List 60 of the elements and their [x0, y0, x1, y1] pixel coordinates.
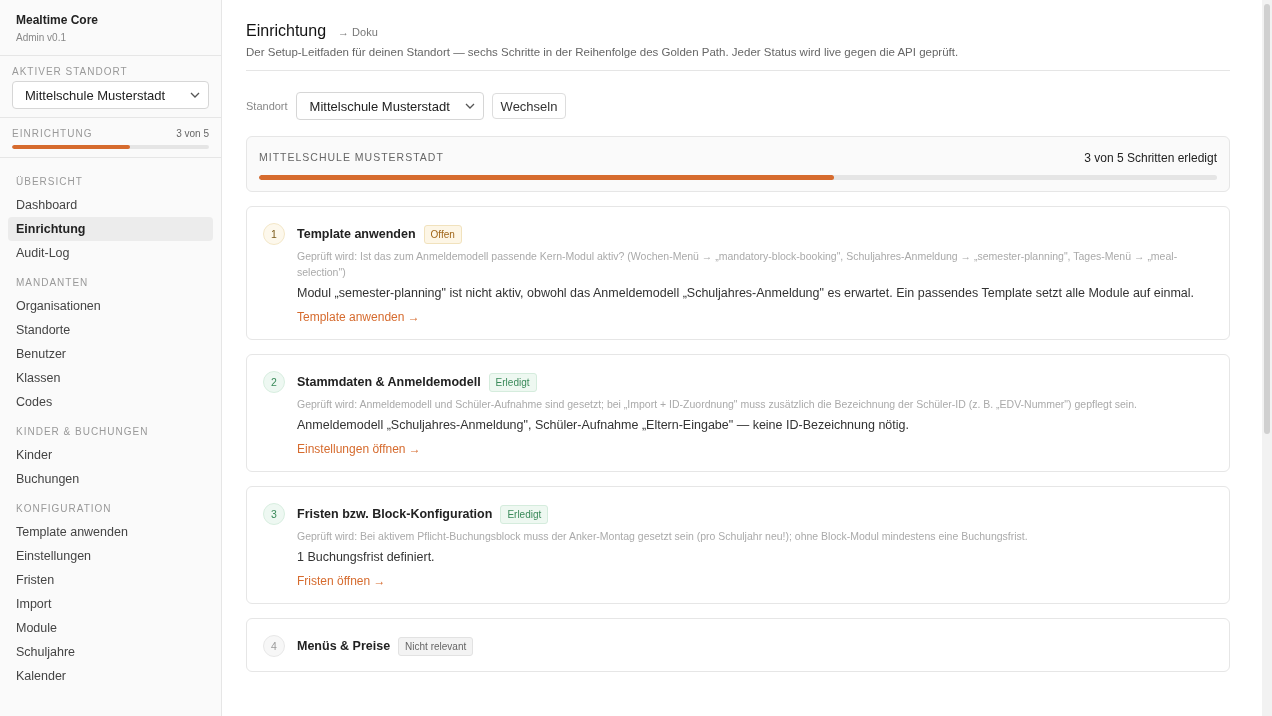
nav-item[interactable]: Audit-Log	[8, 241, 213, 265]
scrollbar-thumb[interactable]	[1264, 4, 1270, 434]
nav-item[interactable]: Fristen	[8, 568, 213, 592]
step-link[interactable]: Template anwenden →	[297, 310, 420, 324]
doc-link[interactable]: → Doku	[338, 26, 378, 38]
scrollbar[interactable]	[1262, 0, 1272, 716]
field-label: Standort	[246, 100, 288, 112]
nav-item[interactable]: Codes	[8, 390, 213, 414]
nav-section-title: MANDANTEN	[15, 276, 90, 290]
step-title: Stammdaten & Anmeldemodell	[297, 375, 481, 389]
page-title: Einrichtung	[246, 22, 327, 40]
setup-label: EINRICHTUNG	[12, 128, 93, 139]
app-version: Admin v0.1	[16, 32, 68, 43]
nav-item[interactable]: Buchungen	[8, 467, 213, 491]
page-description: Der Setup-Leitfaden für deinen Standort — sechs Schritte in der Reihenfolge des Golden Path. Jeder Status wird live gegen die API geprüft.	[246, 46, 960, 58]
nav-item[interactable]: Dashboard	[8, 193, 213, 217]
nav-item[interactable]: Einstellungen	[8, 544, 213, 568]
step-number: 2	[263, 371, 285, 393]
nav-item[interactable]: Einrichtung	[8, 217, 213, 241]
nav-item[interactable]: Module	[8, 616, 213, 640]
section-label: AKTIVER STANDORT	[12, 66, 129, 77]
step-number: 4	[263, 635, 285, 657]
status-badge: Erledigt	[488, 372, 537, 392]
location-name: MITTELSCHULE MUSTERSTADT	[259, 151, 444, 165]
switch-button[interactable]: Wechseln	[491, 93, 567, 119]
nav-section-title: KONFIGURATION	[15, 502, 113, 516]
setup-count: 3 von 5	[176, 128, 209, 139]
check-description: Geprüft wird: Ist das zum Anmeldemodell passende Kern-Modul aktiv? (Wochen-Menü → „mandatory-block-booking", Schuljahres-Anmeldung → „semester-planning", Tages-Menü → „meal-selection")	[297, 249, 1179, 280]
step-title: Template anwenden	[297, 227, 416, 241]
nav-item[interactable]: Standorte	[8, 318, 213, 342]
chevron-down-icon	[190, 92, 200, 98]
nav-item[interactable]: Benutzer	[8, 342, 213, 366]
status-badge: Nicht relevant	[398, 636, 474, 656]
nav-item[interactable]: Schuljahre	[8, 640, 213, 664]
nav-item[interactable]: Kalender	[8, 664, 213, 688]
check-description: Geprüft wird: Bei aktivem Pflicht-Buchungsblock muss der Anker-Montag gesetzt sein (pro Schuljahr neu!); ohne Block-Modul mindestens eine Buchungsfrist.	[297, 529, 1029, 544]
step-message: Anmeldemodell „Schuljahres-Anmeldung", Schüler-Aufnahme „Eltern-Eingabe" — keine ID-Bezeichnung nötig.	[297, 417, 910, 434]
check-description: Geprüft wird: Anmeldemodell und Schüler-Aufnahme sind gesetzt; bei „Import + ID-Zuordnung" muss zusätzlich die Bezeichnung der Schüler-ID (z. B. „EDV-Nummer") gepflegt sein.	[297, 397, 1138, 412]
nav-item[interactable]: Kinder	[8, 443, 213, 467]
nav-item[interactable]: Klassen	[8, 366, 213, 390]
step-message: Modul „semester-planning" ist nicht aktiv, obwohl das Anmeldemodell „Schuljahres-Anmeldung" es erwartet. Ein passendes Template setzt alle Module auf einmal.	[297, 285, 1196, 302]
nav-item[interactable]: Organisationen	[8, 294, 213, 318]
chevron-down-icon	[464, 103, 475, 109]
nav-section-title: KINDER & BUCHUNGEN	[15, 425, 150, 439]
step-number: 3	[263, 503, 285, 525]
step-title: Fristen bzw. Block-Konfiguration	[297, 507, 493, 521]
nav-item[interactable]: Import	[8, 592, 213, 616]
status-badge: Offen	[423, 224, 462, 244]
step-link[interactable]: Einstellungen öffnen →	[297, 442, 421, 456]
nav-item[interactable]: Template anwenden	[8, 520, 213, 544]
step-number: 1	[263, 223, 285, 245]
step-link[interactable]: Fristen öffnen →	[297, 574, 386, 588]
step-title: Menüs & Preise	[297, 639, 391, 653]
progress-summary: 3 von 5 Schritten erledigt	[1084, 151, 1217, 165]
status-badge: Erledigt	[500, 504, 549, 524]
location-select[interactable]: Mittelschule Musterstadt	[295, 92, 484, 120]
step-message: 1 Buchungsfrist definiert.	[297, 549, 436, 566]
location-select[interactable]: Mittelschule Musterstadt	[12, 81, 209, 109]
app-title: Mealtime Core	[16, 13, 100, 27]
nav-section-title: ÜBERSICHT	[15, 175, 84, 189]
